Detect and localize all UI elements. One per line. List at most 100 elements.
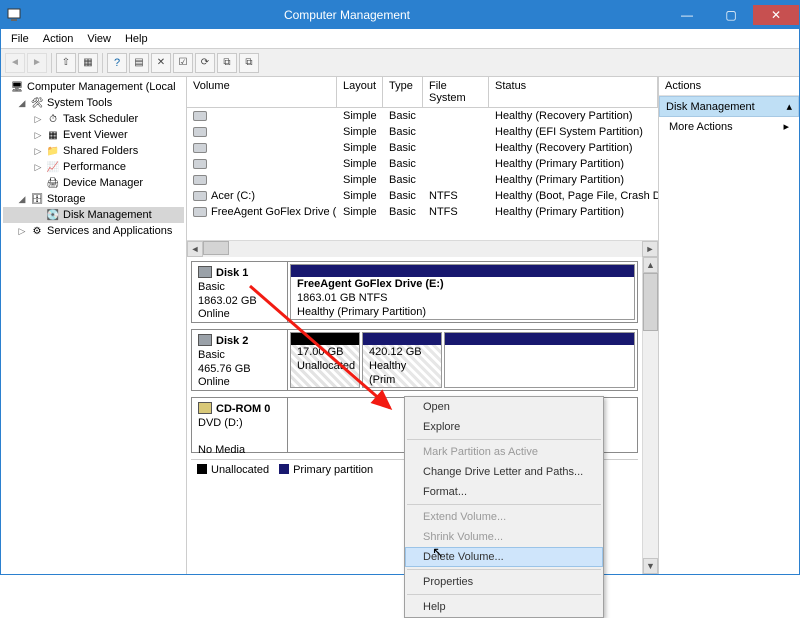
disk-icon xyxy=(198,334,212,346)
ctx-delete-volume[interactable]: Delete Volume... xyxy=(405,547,603,567)
volume-row[interactable]: Acer (C:)SimpleBasicNTFSHealthy (Boot, P… xyxy=(187,188,658,204)
volume-row[interactable]: SimpleBasicHealthy (Primary Partition) xyxy=(187,156,658,172)
col-layout[interactable]: Layout xyxy=(337,77,383,107)
services-icon: ⚙ xyxy=(30,224,44,238)
scroll-right-icon[interactable]: ► xyxy=(642,241,658,257)
menu-help[interactable]: Help xyxy=(119,31,154,47)
collapse-icon[interactable]: ◢ xyxy=(17,194,27,205)
partition-status: Healthy (Prim xyxy=(369,360,406,386)
tree-event-viewer[interactable]: ▷▦Event Viewer xyxy=(3,127,184,143)
toolbar-btn-4[interactable]: ▦ xyxy=(78,53,98,73)
disk-row-1[interactable]: Disk 1 Basic 1863.02 GB Online FreeAgent… xyxy=(191,261,638,323)
volume-row[interactable]: SimpleBasicHealthy (Recovery Partition) xyxy=(187,108,658,124)
properties-button[interactable]: ☑ xyxy=(173,53,193,73)
scroll-track[interactable] xyxy=(203,241,642,257)
volume-row[interactable]: SimpleBasicHealthy (Primary Partition) xyxy=(187,172,658,188)
help-button[interactable]: ? xyxy=(107,53,127,73)
tree-storage[interactable]: ◢🗄Storage xyxy=(3,191,184,207)
window: Computer Management — ▢ ✕ File Action Vi… xyxy=(0,0,800,575)
disk-state: Online xyxy=(198,308,230,320)
forward-button[interactable]: ► xyxy=(27,53,47,73)
partition-topbar xyxy=(445,333,634,345)
maximize-button[interactable]: ▢ xyxy=(709,5,753,25)
toolbar-btn-7[interactable]: ✕ xyxy=(151,53,171,73)
scroll-up-icon[interactable]: ▲ xyxy=(643,257,658,273)
ctx-extend[interactable]: Extend Volume... xyxy=(405,507,603,527)
tree-system-tools[interactable]: ◢🛠System Tools xyxy=(3,95,184,111)
scroll-thumb[interactable] xyxy=(643,273,658,331)
ctx-separator xyxy=(407,594,601,595)
menu-view[interactable]: View xyxy=(81,31,117,47)
scroll-track[interactable] xyxy=(643,273,658,558)
chevron-right-icon: ▸ xyxy=(783,120,789,133)
up-button[interactable]: ⇧ xyxy=(56,53,76,73)
collapse-icon[interactable]: ◢ xyxy=(17,98,27,109)
tree-shared-folders[interactable]: ▷📁Shared Folders xyxy=(3,143,184,159)
toolbar-btn-10[interactable]: ⧉ xyxy=(217,53,237,73)
ctx-mark-active[interactable]: Mark Partition as Active xyxy=(405,442,603,462)
partition-primary[interactable]: 420.12 GB Healthy (Prim xyxy=(362,332,442,388)
partition-other[interactable] xyxy=(444,332,635,388)
volume-list: Volume Layout Type File System Status Si… xyxy=(187,77,658,257)
disk-icon xyxy=(198,266,212,278)
volume-row[interactable]: FreeAgent GoFlex Drive (E:)SimpleBasicNT… xyxy=(187,204,658,220)
partition-unallocated[interactable]: 17.00 GB Unallocated xyxy=(290,332,360,388)
volume-row[interactable]: SimpleBasicHealthy (Recovery Partition) xyxy=(187,140,658,156)
expand-icon[interactable]: ▷ xyxy=(33,146,43,157)
ctx-help[interactable]: Help xyxy=(405,597,603,617)
menu-action[interactable]: Action xyxy=(37,31,80,47)
close-button[interactable]: ✕ xyxy=(753,5,799,25)
toolbar-btn-6[interactable]: ▤ xyxy=(129,53,149,73)
tree-device-manager[interactable]: 🖨Device Manager xyxy=(3,175,184,191)
expand-icon[interactable]: ▷ xyxy=(33,114,43,125)
disk-icon: 💽 xyxy=(46,208,60,222)
tools-icon: 🛠 xyxy=(30,96,44,110)
expand-icon[interactable]: ▷ xyxy=(17,226,27,237)
refresh-button[interactable]: ⟳ xyxy=(195,53,215,73)
disk-type: Basic xyxy=(198,349,225,361)
ctx-properties[interactable]: Properties xyxy=(405,572,603,592)
h-scrollbar[interactable]: ◄ ► xyxy=(187,240,658,256)
scroll-left-icon[interactable]: ◄ xyxy=(187,241,203,257)
ctx-change-letter[interactable]: Change Drive Letter and Paths... xyxy=(405,462,603,482)
col-fs[interactable]: File System xyxy=(423,77,489,107)
tree-performance[interactable]: ▷📈Performance xyxy=(3,159,184,175)
expand-icon[interactable]: ▷ xyxy=(33,130,43,141)
disk-row-2[interactable]: Disk 2 Basic 465.76 GB Online 17.00 GB U… xyxy=(191,329,638,391)
partition-size: 420.12 GB xyxy=(369,346,422,358)
scroll-down-icon[interactable]: ▼ xyxy=(643,558,658,574)
ctx-shrink[interactable]: Shrink Volume... xyxy=(405,527,603,547)
event-icon: ▦ xyxy=(46,128,60,142)
back-button[interactable]: ◄ xyxy=(5,53,25,73)
tree-task-scheduler[interactable]: ▷⏱Task Scheduler xyxy=(3,111,184,127)
tree-disk-management[interactable]: 💽Disk Management xyxy=(3,207,184,223)
partition-status: Healthy (Primary Partition) xyxy=(297,306,426,318)
legend-unallocated: Unallocated xyxy=(197,464,269,476)
ctx-open[interactable]: Open xyxy=(405,397,603,417)
volume-row[interactable]: SimpleBasicHealthy (EFI System Partition… xyxy=(187,124,658,140)
nav-tree[interactable]: 🖥Computer Management (Local ◢🛠System Too… xyxy=(1,77,187,574)
scroll-thumb[interactable] xyxy=(203,241,229,255)
tree-root[interactable]: 🖥Computer Management (Local xyxy=(3,79,184,95)
toolbar: ◄ ► ⇧ ▦ ? ▤ ✕ ☑ ⟳ ⧉ ⧉ xyxy=(1,49,799,77)
storage-icon: 🗄 xyxy=(30,192,44,206)
v-scrollbar[interactable]: ▲ ▼ xyxy=(642,257,658,574)
col-volume[interactable]: Volume xyxy=(187,77,337,107)
disk-size: 465.76 GB xyxy=(198,363,251,375)
minimize-button[interactable]: — xyxy=(665,5,709,25)
actions-more[interactable]: More Actions ▸ xyxy=(659,117,799,136)
menu-file[interactable]: File xyxy=(5,31,35,47)
partition-topbar xyxy=(291,333,359,345)
ctx-format[interactable]: Format... xyxy=(405,482,603,502)
chevron-up-icon: ▴ xyxy=(786,100,792,113)
partition-e[interactable]: FreeAgent GoFlex Drive (E:) 1863.01 GB N… xyxy=(290,264,635,320)
disk-type: DVD (D:) xyxy=(198,417,243,429)
actions-selected[interactable]: Disk Management ▴ xyxy=(659,96,799,117)
tree-services[interactable]: ▷⚙Services and Applications xyxy=(3,223,184,239)
col-type[interactable]: Type xyxy=(383,77,423,107)
expand-icon[interactable]: ▷ xyxy=(33,162,43,173)
ctx-explore[interactable]: Explore xyxy=(405,417,603,437)
legend-label: Primary partition xyxy=(293,464,373,476)
col-status[interactable]: Status xyxy=(489,77,658,107)
toolbar-btn-11[interactable]: ⧉ xyxy=(239,53,259,73)
